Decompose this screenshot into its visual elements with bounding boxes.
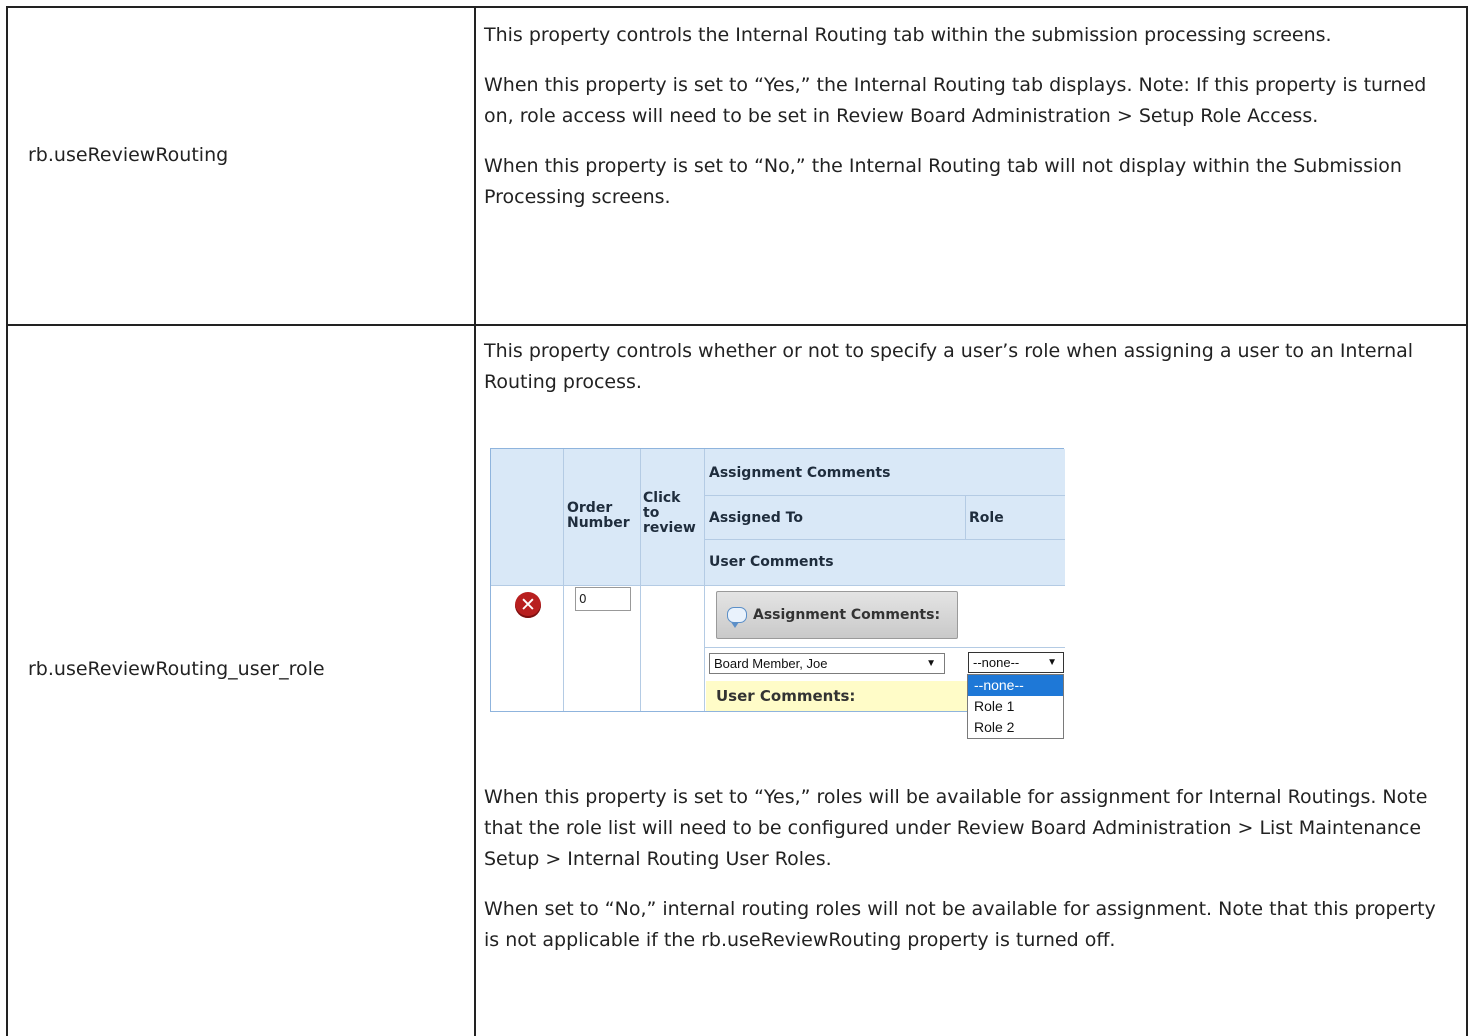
assigned-to-select[interactable]: Board Member, Joe ▼ bbox=[709, 653, 945, 674]
header-text: Order bbox=[567, 500, 613, 516]
grid-line bbox=[704, 539, 1065, 540]
role-option[interactable]: Role 1 bbox=[968, 696, 1063, 717]
property-name: rb.useReviewRouting_user_role bbox=[28, 658, 325, 680]
order-number-header: Order Number bbox=[567, 501, 630, 531]
grid-line bbox=[965, 495, 966, 539]
property-intro: This property controls whether or not to… bbox=[484, 336, 1454, 417]
select-value: --none-- bbox=[973, 655, 1020, 670]
role-dropdown-list: --none-- Role 1 Role 2 bbox=[967, 674, 1064, 739]
speech-bubble-icon bbox=[727, 607, 747, 628]
assigned-to-header: Assigned To bbox=[709, 510, 803, 526]
grid-line bbox=[704, 449, 705, 711]
description-paragraph: This property controls whether or not to… bbox=[484, 340, 1414, 393]
click-to-review-header: Click to review bbox=[643, 491, 696, 536]
header-text: review bbox=[643, 520, 696, 536]
description-paragraph: When this property is set to “Yes,” role… bbox=[484, 786, 1428, 870]
description-paragraph: This property controls the Internal Rout… bbox=[484, 24, 1332, 46]
role-option[interactable]: Role 2 bbox=[968, 717, 1063, 738]
column-divider bbox=[474, 326, 476, 1036]
assignment-comments-button[interactable]: Assignment Comments: bbox=[716, 591, 958, 639]
column-divider bbox=[474, 8, 476, 324]
grid-line bbox=[563, 449, 564, 711]
grid-line bbox=[704, 647, 1065, 648]
role-header: Role bbox=[969, 510, 1004, 526]
chevron-down-icon: ▼ bbox=[926, 658, 936, 669]
order-number-input[interactable] bbox=[575, 587, 631, 611]
property-description: This property controls the Internal Rout… bbox=[484, 20, 1454, 232]
header-text: Number bbox=[567, 515, 630, 531]
user-comments-header: User Comments bbox=[709, 554, 834, 570]
description-paragraph: When this property is set to “No,” the I… bbox=[484, 155, 1402, 208]
role-select[interactable]: --none-- ▼ bbox=[968, 652, 1064, 673]
role-option[interactable]: --none-- bbox=[968, 675, 1063, 696]
grid-line bbox=[640, 449, 641, 711]
grid-line bbox=[491, 585, 1065, 586]
chevron-down-icon: ▼ bbox=[1047, 657, 1057, 668]
user-comments-label: User Comments: bbox=[706, 681, 968, 711]
select-value: Board Member, Joe bbox=[714, 656, 828, 671]
grid-line bbox=[704, 495, 1065, 496]
x-circle-icon[interactable]: ✕ bbox=[515, 592, 541, 618]
description-paragraph: When set to “No,” internal routing roles… bbox=[484, 898, 1436, 951]
table-row: rb.useReviewRouting This property contro… bbox=[8, 8, 1466, 326]
header-text: Click bbox=[643, 490, 681, 506]
property-description: When this property is set to “Yes,” role… bbox=[484, 782, 1454, 975]
description-paragraph: When this property is set to “Yes,” the … bbox=[484, 74, 1427, 127]
header-text: to bbox=[643, 505, 660, 521]
assignment-comments-header: Assignment Comments bbox=[709, 465, 891, 481]
button-label: Assignment Comments: bbox=[753, 607, 941, 623]
property-name: rb.useReviewRouting bbox=[28, 144, 229, 166]
routing-screenshot: Order Number Click to review Assignment … bbox=[490, 448, 1070, 744]
